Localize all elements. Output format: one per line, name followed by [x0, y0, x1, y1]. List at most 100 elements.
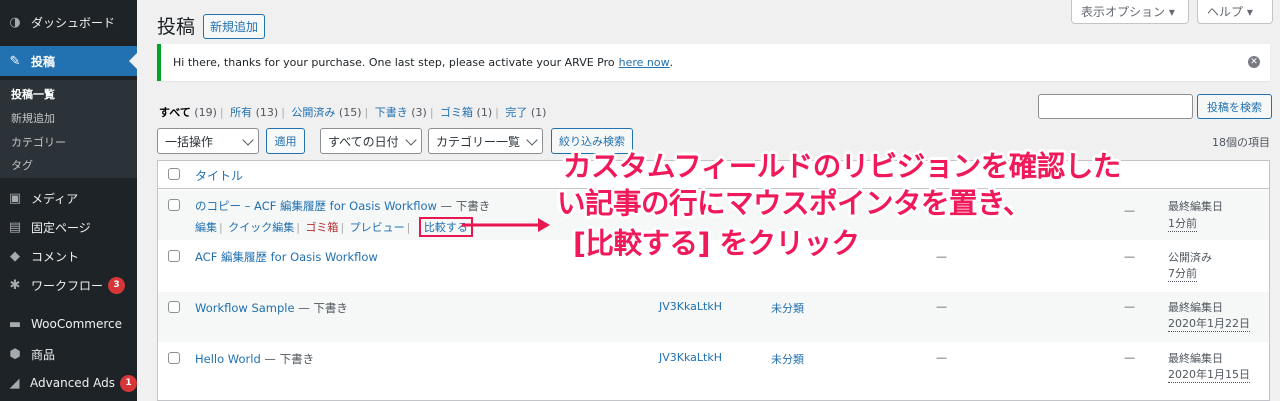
date-filter-value: すべての日付: [328, 134, 399, 149]
dismiss-icon[interactable]: ✕: [1248, 56, 1260, 68]
menu-label: コメント: [31, 249, 80, 264]
author-link[interactable]: JV3KkaLtkH: [659, 351, 722, 364]
notice-tail: .: [669, 56, 674, 69]
row-checkbox[interactable]: [168, 352, 180, 364]
menu-posts[interactable]: ✎ 投稿: [0, 46, 137, 76]
chevron-down-icon: [526, 134, 538, 146]
notification-badge: 1: [120, 374, 137, 392]
category-link[interactable]: 未分類: [771, 351, 804, 367]
category-filter-select[interactable]: カテゴリー一覧: [428, 128, 543, 154]
media-icon: ▣: [8, 190, 22, 206]
menu-comments[interactable]: ◆ コメント: [0, 241, 137, 271]
menu-label: Advanced Ads: [30, 376, 115, 390]
menu-media[interactable]: ▣ メディア: [0, 183, 137, 213]
menu-pages[interactable]: ▤ 固定ページ: [0, 212, 137, 242]
comments-cell: —: [1124, 250, 1135, 263]
menu-advanced-ads[interactable]: ◢ Advanced Ads 1: [0, 368, 137, 398]
chevron-down-icon: [405, 134, 417, 146]
date-status: 最終編集日: [1168, 200, 1223, 213]
comments-cell: —: [1124, 300, 1135, 313]
post-title-link[interactable]: Workflow Sample — 下書き: [195, 300, 348, 316]
view-published[interactable]: 公開済み: [291, 106, 335, 119]
items-count: 18個の項目: [1212, 136, 1270, 149]
bulk-actions-select[interactable]: 一括操作: [157, 128, 259, 154]
date-status: 最終編集日: [1168, 301, 1223, 314]
view-trash[interactable]: ゴミ箱: [440, 106, 473, 119]
menu-label: メディア: [31, 191, 79, 206]
row-actions: 編集 | クイック編集 | ゴミ箱 | プレビュー | 比較する: [195, 217, 473, 237]
view-all[interactable]: すべて: [159, 106, 191, 119]
view-count: (13): [255, 106, 279, 119]
date-value: 7分前: [1168, 267, 1197, 282]
posts-submenu: 投稿一覧 新規追加 カテゴリー タグ: [0, 80, 137, 178]
table-row: Hello World — 下書き JV3KkaLtkH 未分類 — — 最終編…: [158, 342, 1269, 401]
notice-text: Hi there, thanks for your purchase. One …: [173, 56, 615, 69]
menu-workflow[interactable]: ✱ ワークフロー 3: [0, 270, 137, 300]
date-filter-select[interactable]: すべての日付: [320, 128, 422, 154]
select-all-checkbox[interactable]: [168, 168, 180, 180]
annotation-arrow: [462, 218, 550, 232]
admin-sidebar: ◑ ダッシュボード ✎ 投稿 投稿一覧 新規追加 カテゴリー タグ ▣ メディア…: [0, 0, 137, 401]
tags-cell: —: [936, 250, 947, 263]
callout-line-3: [比較する] をクリック: [573, 227, 860, 260]
row-checkbox[interactable]: [168, 199, 180, 211]
column-title-header[interactable]: タイトル: [195, 167, 243, 184]
menu-label: 商品: [31, 347, 56, 362]
page-icon: ▤: [8, 219, 22, 235]
submenu-all-posts[interactable]: 投稿一覧: [11, 86, 55, 102]
notice-link[interactable]: here now: [619, 56, 670, 69]
menu-woocommerce[interactable]: ▬ WooCommerce: [0, 309, 137, 339]
category-link[interactable]: 未分類: [771, 300, 804, 316]
view-count: (3): [411, 106, 427, 119]
screen-options-button[interactable]: 表示オプション ▾: [1071, 0, 1189, 24]
quick-edit-link[interactable]: クイック編集: [228, 221, 294, 234]
chevron-down-icon: [242, 134, 254, 146]
comment-icon: ◆: [10, 248, 20, 264]
search-input[interactable]: [1038, 94, 1193, 119]
category-filter-value: カテゴリー一覧: [436, 134, 521, 149]
tags-cell: —: [936, 300, 947, 313]
callout-line-2: い記事の行にマウスポインタを置き、: [557, 187, 1032, 220]
view-count: (1): [530, 106, 547, 119]
view-mine[interactable]: 所有: [230, 106, 252, 119]
view-count: (19): [194, 106, 217, 119]
submenu-add-new[interactable]: 新規追加: [11, 110, 55, 126]
row-checkbox[interactable]: [168, 250, 180, 262]
menu-label: WooCommerce: [31, 317, 122, 331]
menu-label: ダッシュボード: [31, 15, 116, 30]
date-status: 公開済み: [1168, 251, 1212, 264]
comments-cell: —: [1124, 204, 1135, 217]
submenu-categories[interactable]: カテゴリー: [11, 134, 66, 150]
view-completed[interactable]: 完了: [505, 106, 527, 119]
chart-icon: ◢: [9, 375, 20, 391]
woocommerce-icon: ▬: [8, 316, 22, 332]
pin-icon: ✎: [9, 53, 21, 69]
menu-products[interactable]: ⬢ 商品: [0, 339, 137, 369]
row-checkbox[interactable]: [168, 301, 180, 313]
post-status-views: すべて (19) | 所有 (13) | 公開済み (15) | 下書き (3) | ゴ…: [159, 106, 547, 119]
trash-link[interactable]: ゴミ箱: [305, 221, 338, 234]
date-value: 2020年1月22日: [1168, 317, 1250, 332]
page-title: 投稿: [157, 16, 196, 38]
menu-label: ワークフロー: [31, 278, 104, 293]
bulk-actions-value: 一括操作: [165, 134, 214, 149]
author-link[interactable]: JV3KkaLtkH: [659, 300, 722, 313]
view-drafts[interactable]: 下書き: [375, 106, 408, 119]
menu-dashboard[interactable]: ◑ ダッシュボード: [0, 7, 137, 37]
menu-label: 固定ページ: [31, 220, 91, 235]
post-title-link[interactable]: Hello World — 下書き: [195, 351, 314, 367]
post-title-link[interactable]: ACF 編集履歴 for Oasis Workflow: [195, 249, 378, 265]
add-new-button[interactable]: 新規追加: [203, 14, 266, 39]
purchase-notice: Hi there, thanks for your purchase. One …: [157, 44, 1270, 81]
apply-button[interactable]: 適用: [266, 128, 305, 154]
comments-cell: —: [1124, 351, 1135, 364]
submenu-tags[interactable]: タグ: [11, 157, 33, 173]
edit-link[interactable]: 編集: [195, 221, 217, 234]
view-count: (1): [476, 106, 493, 119]
search-posts-button[interactable]: 投稿を検索: [1197, 94, 1272, 119]
preview-link[interactable]: プレビュー: [350, 221, 405, 234]
post-title-link[interactable]: のコピー – ACF 編集履歴 for Oasis Workflow — 下書き: [195, 198, 490, 214]
help-button[interactable]: ヘルプ ▾: [1197, 0, 1273, 24]
date-value: 2020年1月15日: [1168, 368, 1250, 383]
view-count: (15): [338, 106, 362, 119]
